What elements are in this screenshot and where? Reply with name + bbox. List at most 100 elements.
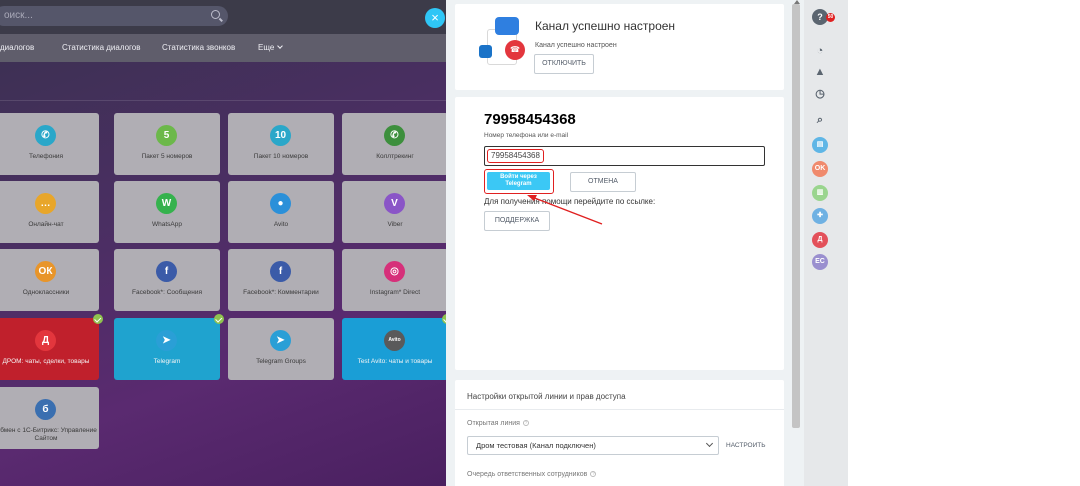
- connector-tile-label: Пакет 10 номеров: [253, 153, 309, 160]
- search-input[interactable]: оиск...: [0, 6, 228, 26]
- connector-tile-label: ДРОМ: чаты, сделки, товары: [2, 358, 90, 365]
- nav-item-call-stats[interactable]: Статистика звонков: [162, 43, 235, 52]
- connector-tile[interactable]: W WhatsApp: [114, 181, 220, 243]
- connector-tile[interactable]: V Viber: [342, 181, 446, 243]
- checkmark-icon: [214, 314, 224, 324]
- connector-tile[interactable]: ● Avito: [228, 181, 334, 243]
- connector-tile-label: Avito: [273, 221, 289, 228]
- connector-tile-label: Обмен с 1С-Битрикс: Управление Сайтом: [0, 427, 97, 442]
- connector-tile-label: Одноклассники: [22, 289, 70, 296]
- facebook-comments-icon: f: [270, 261, 291, 282]
- connector-tile-label: WhatsApp: [152, 221, 182, 228]
- nav-item-dialog-stats[interactable]: Статистика диалогов: [62, 43, 140, 52]
- nav-bar: диалогов Статистика диалогов Статистика …: [0, 34, 446, 62]
- status-card: ☎ Канал успешно настроен Канал успешно н…: [455, 4, 784, 90]
- notifications-icon[interactable]: ▲: [812, 64, 828, 80]
- connector-tile-label: Пакет 5 номеров: [141, 153, 193, 160]
- disable-button[interactable]: ОТКЛЮЧИТЬ: [534, 54, 594, 74]
- connector-tile[interactable]: 5 Пакет 5 номеров: [114, 113, 220, 175]
- connector-tile[interactable]: б Обмен с 1С-Битрикс: Управление Сайтом: [0, 387, 99, 449]
- background-page: оиск... × диалогов Статистика диалогов С…: [0, 0, 446, 486]
- queue-label-text: Очередь ответственных сотрудников: [467, 471, 588, 478]
- connector-tile[interactable]: ✆ Телефония: [0, 113, 99, 175]
- channel-illustration-icon: ☎: [477, 17, 525, 69]
- divider: [0, 100, 446, 101]
- odnoklassniki-icon: ОК: [35, 261, 56, 282]
- connector-tile-label: Instagram* Direct: [369, 289, 421, 296]
- activity-icon[interactable]: ◔: [812, 43, 828, 59]
- avito-icon: ●: [270, 193, 291, 214]
- chat-icon: …: [35, 193, 56, 214]
- chevron-down-icon: [705, 439, 714, 448]
- connector-tile[interactable]: Д ДРОМ: чаты, сделки, товары: [0, 314, 103, 380]
- slider-panel: ☎ Канал успешно настроен Канал успешно н…: [446, 0, 804, 486]
- settings-title: Настройки открытой линии и прав доступа: [467, 392, 626, 401]
- connector-tile[interactable]: 10 Пакет 10 номеров: [228, 113, 334, 175]
- drom-icon: Д: [35, 330, 56, 351]
- nav-item-more-label: Еще: [258, 43, 275, 52]
- search-icon[interactable]: ⌕: [812, 112, 828, 128]
- viber-icon: V: [384, 193, 405, 214]
- nav-item-dialogs[interactable]: диалогов: [0, 43, 34, 52]
- configure-link[interactable]: НАСТРОИТЬ: [726, 442, 766, 449]
- divider: [455, 409, 784, 410]
- status-subtitle: Канал успешно настроен: [535, 42, 617, 49]
- settings-card: Настройки открытой линии и прав доступа …: [455, 380, 784, 486]
- connector-tile[interactable]: f Facebook*: Сообщения: [114, 249, 220, 311]
- connector-tile[interactable]: Avito Test Avito: чаты и товары: [342, 314, 446, 380]
- nav-item-more[interactable]: Еще: [258, 43, 284, 52]
- connector-tile-label: Telegram Groups: [256, 358, 306, 365]
- facebook-icon: f: [156, 261, 177, 282]
- search-icon: [211, 10, 220, 19]
- scrollbar[interactable]: [792, 4, 800, 428]
- annotation-arrow-icon: [527, 195, 603, 225]
- close-slider-button[interactable]: ×: [425, 8, 445, 28]
- connector-tile[interactable]: f Facebook*: Комментарии: [228, 249, 334, 311]
- calltracking-icon: ✆: [384, 125, 405, 146]
- connector-tile-label: Facebook*: Комментарии: [243, 289, 319, 296]
- ok-avatar-icon[interactable]: OK: [812, 161, 828, 177]
- package-5-icon: 5: [156, 125, 177, 146]
- checkmark-icon: [93, 314, 103, 324]
- telegram-icon: ➤: [156, 330, 177, 351]
- connector-tile[interactable]: ➤ Telegram Groups: [228, 318, 334, 380]
- instagram-icon: ◎: [384, 261, 405, 282]
- open-line-select[interactable]: Дром тестовая (Канал подключен): [467, 436, 719, 455]
- open-line-select-value: Дром тестовая (Канал подключен): [476, 441, 596, 450]
- status-title: Канал успешно настроен: [535, 19, 676, 33]
- list-avatar-icon[interactable]: ▥: [812, 185, 828, 201]
- connector-tile[interactable]: ОК Одноклассники: [0, 249, 99, 311]
- help-tooltip-icon[interactable]: ?: [522, 420, 529, 427]
- search-placeholder: оиск...: [4, 10, 33, 21]
- connector-tile[interactable]: ◎ Instagram* Direct: [342, 249, 446, 311]
- help-badge: 50: [826, 13, 835, 22]
- connector-tile[interactable]: ✆ Коллтрекинг: [342, 113, 446, 175]
- clock-icon[interactable]: ◷: [812, 86, 828, 102]
- help-tooltip-icon[interactable]: ?: [590, 471, 597, 478]
- help-icon[interactable]: ? 50: [812, 9, 835, 25]
- avito-test-icon: Avito: [384, 330, 405, 351]
- whatsapp-icon: W: [156, 193, 177, 214]
- chevron-down-icon: [277, 43, 284, 49]
- empty-area: [848, 0, 1080, 486]
- phone-icon: ✆: [35, 125, 56, 146]
- puzzle-avatar-icon[interactable]: ✚: [812, 208, 828, 224]
- contact-card-icon[interactable]: ▤: [812, 137, 828, 153]
- connector-tile-label: Telegram: [153, 358, 181, 365]
- queue-label: Очередь ответственных сотрудников?: [467, 471, 597, 478]
- connector-tile-label: Test Avito: чаты и товары: [357, 358, 433, 365]
- open-line-label: Открытая линия?: [467, 420, 529, 427]
- package-10-icon: 10: [270, 125, 291, 146]
- telegram-login-card: 79958454368 Номер телефона или e-mail 79…: [455, 97, 784, 370]
- connector-tile[interactable]: ➤ Telegram: [114, 314, 224, 380]
- connector-tile-label: Телефония: [28, 153, 64, 160]
- right-sidebar: ? 50 ◔ ▲ ◷ ⌕ ▤ OK ▥ ✚ Д EC: [804, 0, 848, 486]
- connector-tile[interactable]: … Онлайн-чат: [0, 181, 99, 243]
- open-line-label-text: Открытая линия: [467, 420, 520, 427]
- connector-tile-label: Viber: [387, 221, 403, 228]
- telegram-groups-icon: ➤: [270, 330, 291, 351]
- ec-avatar-icon[interactable]: EC: [812, 254, 828, 270]
- drom-avatar-icon[interactable]: Д: [812, 232, 828, 248]
- connector-tile-label: Facebook*: Сообщения: [132, 289, 202, 296]
- bitrix-exchange-icon: б: [35, 399, 56, 420]
